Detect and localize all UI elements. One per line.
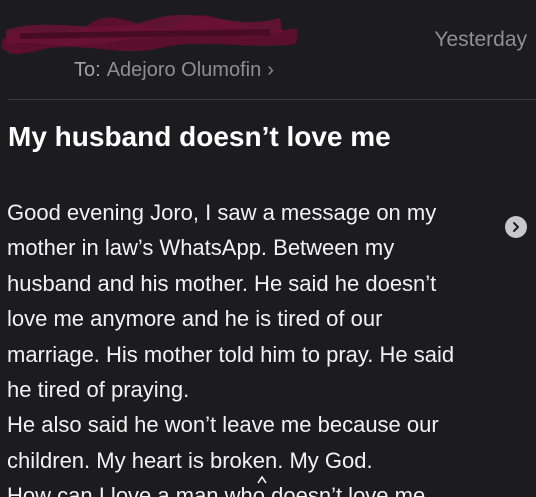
recipient-row[interactable]: To: Adejoro Olumofin › [74, 56, 274, 84]
message-subject: My husband doesn’t love me [8, 121, 391, 152]
to-label: To: [74, 59, 101, 81]
body-line: love me anymore and he is tired of our [7, 306, 383, 332]
body-line: marriage. His mother told him to pray. H… [7, 341, 455, 367]
recipient-name[interactable]: Adejoro Olumofin [107, 59, 262, 81]
chevron-right-icon: › [267, 59, 274, 81]
body-line: he tired of praying. [7, 377, 190, 403]
body-line: Good evening Joro, I saw a message on my [7, 200, 437, 225]
body-line: husband and his mother. He said he doesn… [7, 270, 437, 296]
message-date: Yesterday [434, 28, 527, 51]
redacted-sender-name [2, 14, 298, 54]
body-line: mother in law’s WhatsApp. Between my [7, 235, 395, 261]
message-header: Yesterday To: Adejoro Olumofin › [0, 0, 536, 100]
body-line: He also said he won’t leave me because o… [7, 412, 439, 438]
message-body: Good evening Joro, I saw a message on my… [7, 195, 512, 497]
cursor-icon [257, 475, 267, 484]
header-divider [8, 99, 536, 100]
chevron-right-circle-icon[interactable] [505, 216, 527, 238]
